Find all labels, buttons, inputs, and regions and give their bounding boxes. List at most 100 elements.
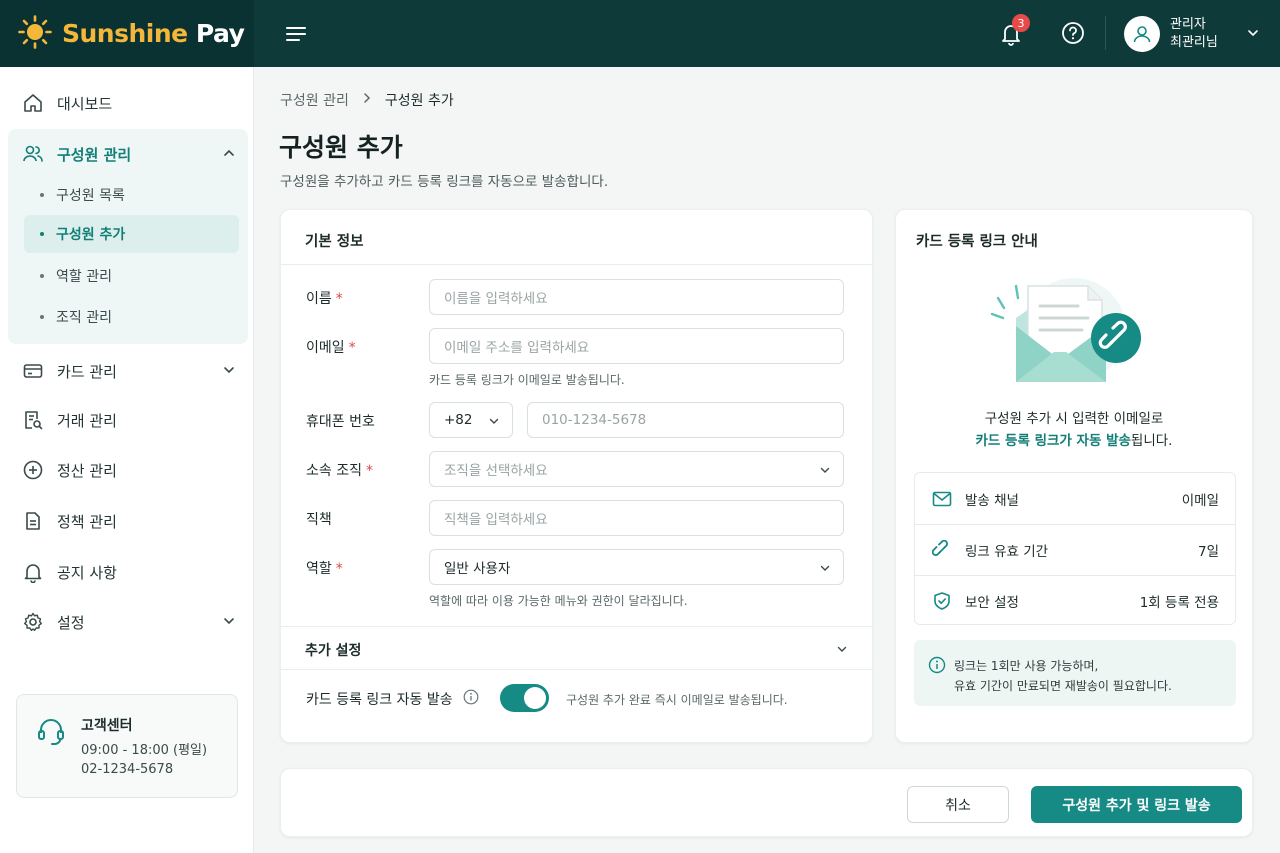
name-input[interactable]: 이름을 입력하세요	[429, 279, 844, 315]
support-phone[interactable]: 02-1234-5678	[81, 762, 173, 777]
role-select-value: 일반 사용자	[444, 561, 511, 577]
help-icon	[1062, 22, 1084, 44]
coin-plus-icon	[22, 459, 44, 481]
page-description: 구성원을 추가하고 카드 등록 링크를 자동으로 발송합니다.	[280, 174, 609, 190]
info-highlight: 카드 등록 링크가 자동 발송	[975, 433, 1131, 449]
sidebar-subitem-label: 구성원 추가	[56, 227, 126, 243]
sidebar-item-label: 공지 사항	[57, 563, 117, 582]
country-code-value: +82	[444, 412, 473, 428]
role-help-text: 역할에 따라 이용 가능한 메뉴와 권한이 달라집니다.	[429, 594, 688, 608]
auto-send-row: 카드 등록 링크 자동 발송	[306, 686, 479, 712]
email-field[interactable]: 이메일 주소를 입력하세요	[429, 328, 844, 364]
hamburger-icon	[286, 27, 306, 41]
avatar	[1124, 16, 1160, 52]
sidebar-item-label: 거래 관리	[57, 411, 117, 430]
auto-send-switch[interactable]	[500, 684, 549, 712]
basic-info-card: 기본 정보 이름 * 이름을 입력하세요 이메일 * 이메일 주소를 입력하세요 카…	[280, 209, 873, 743]
required-mark: *	[348, 340, 356, 356]
position-input[interactable]: 직책을 입력하세요	[429, 500, 844, 536]
cancel-button[interactable]: 취소	[907, 786, 1009, 823]
chevron-down-icon	[222, 614, 236, 632]
sidebar-item-label: 카드 관리	[57, 362, 117, 381]
sidebar-item-settlement[interactable]: 정산 관리	[8, 448, 246, 492]
support-title: 고객센터	[81, 718, 133, 734]
switch-knob	[524, 687, 546, 709]
sidebar-item-settings[interactable]: 설정	[8, 600, 246, 644]
brand-logo[interactable]: Sunshine Pay	[0, 0, 254, 67]
sidebar-item-notices[interactable]: 공지 사항	[8, 550, 246, 594]
sidebar: 대시보드 구성원 관리 구성원 목록 구성원 추가 역할 관리 조직 관리 카드…	[0, 67, 254, 853]
sidebar-item-label: 구성원 관리	[57, 145, 132, 164]
header-divider	[1105, 16, 1106, 50]
user-role: 관리자	[1170, 17, 1206, 32]
breadcrumb-current: 구성원 추가	[384, 93, 454, 109]
sidebar-subitem-label: 구성원 목록	[56, 188, 125, 204]
top-header: Sunshine Pay 3 관리자 최관리님	[0, 0, 1280, 67]
bullet-dot	[40, 193, 44, 197]
sidebar-item-members[interactable]: 구성원 관리	[8, 132, 246, 176]
users-icon	[22, 143, 44, 165]
chevron-down-icon	[819, 464, 831, 480]
sidebar-subitem-orgs[interactable]: 조직 관리	[24, 298, 239, 336]
support-hours: 09:00 - 18:00 (평일)	[81, 743, 208, 758]
sidebar-item-dashboard[interactable]: 대시보드	[8, 81, 246, 125]
help-button[interactable]	[1058, 18, 1088, 48]
meta-value: 이메일	[1181, 492, 1219, 509]
meta-label: 발송 채널	[965, 492, 1019, 509]
receipt-search-icon	[22, 409, 44, 431]
chevron-down-icon	[836, 643, 848, 659]
submit-button[interactable]: 구성원 추가 및 링크 발송	[1031, 786, 1242, 823]
sidebar-subitem-member-add[interactable]: 구성원 추가	[24, 215, 239, 253]
sun-icon	[18, 14, 52, 53]
org-select[interactable]: 조직을 선택하세요	[429, 451, 844, 487]
sidebar-item-cards[interactable]: 카드 관리	[8, 349, 246, 393]
meta-value: 7일	[1197, 544, 1219, 560]
link-info-card: 카드 등록 링크 안내 구성원 추가 시 입력한 이메일로 카드 등록 링크가 …	[895, 209, 1253, 743]
role-select[interactable]: 일반 사용자	[429, 549, 844, 585]
card-title: 기본 정보	[281, 210, 872, 265]
breadcrumb-parent[interactable]: 구성원 관리	[280, 90, 349, 110]
sidebar-group-members: 구성원 관리 구성원 목록 구성원 추가 역할 관리 조직 관리	[8, 129, 248, 344]
sidebar-item-label: 정책 관리	[57, 512, 117, 531]
link-icon	[931, 539, 953, 561]
link-notice: 링크는 1회만 사용 가능하며, 유효 기간이 만료되면 재발송이 필요합니다.	[914, 640, 1236, 706]
user-icon	[1133, 26, 1151, 43]
shield-check-icon	[931, 590, 953, 612]
email-link-illustration	[988, 278, 1158, 394]
list-item: 링크 유효 기간 7일	[915, 524, 1235, 575]
info-line-1: 구성원 추가 시 입력한 이메일로	[984, 411, 1164, 427]
user-name: 최관리님	[1170, 35, 1218, 50]
bullet-dot	[40, 274, 44, 278]
sidebar-item-transactions[interactable]: 거래 관리	[8, 398, 246, 442]
info-icon	[928, 656, 946, 678]
home-icon	[22, 92, 44, 114]
chevron-down-icon	[819, 562, 831, 578]
list-item: 보안 설정 1회 등록 전용	[915, 575, 1235, 626]
meta-label: 보안 설정	[965, 595, 1019, 611]
sidebar-subitem-roles[interactable]: 역할 관리	[24, 257, 239, 295]
mail-icon	[931, 488, 953, 510]
card-title: 카드 등록 링크 안내	[916, 234, 1038, 250]
page-title: 구성원 추가	[279, 133, 403, 162]
menu-toggle-button[interactable]	[282, 20, 310, 48]
required-mark: *	[335, 291, 343, 307]
sidebar-subitem-member-list[interactable]: 구성원 목록	[24, 176, 239, 214]
sidebar-item-label: 정산 관리	[57, 461, 117, 480]
card-icon	[22, 360, 44, 382]
org-label: 소속 조직 *	[306, 463, 373, 479]
user-menu[interactable]: 관리자 최관리님	[1124, 14, 1258, 54]
notice-line-2: 유효 기간이 만료되면 재발송이 필요합니다.	[954, 679, 1172, 693]
sidebar-item-policy[interactable]: 정책 관리	[8, 499, 246, 543]
phone-label: 휴대폰 번호	[306, 414, 375, 430]
role-label: 역할 *	[306, 561, 343, 577]
bullet-dot	[40, 315, 44, 319]
phone-input[interactable]: 010-1234-5678	[527, 402, 844, 438]
list-item: 발송 채널 이메일	[915, 473, 1235, 524]
notification-button[interactable]: 3	[996, 14, 1030, 48]
chevron-down-icon	[222, 363, 236, 381]
email-help-text: 카드 등록 링크가 이메일로 발송됩니다.	[429, 373, 625, 387]
info-icon[interactable]	[463, 689, 479, 709]
sidebar-subitem-label: 역할 관리	[56, 269, 112, 285]
extra-settings-toggle[interactable]: 추가 설정	[281, 626, 872, 670]
country-code-select[interactable]: +82	[429, 402, 513, 438]
